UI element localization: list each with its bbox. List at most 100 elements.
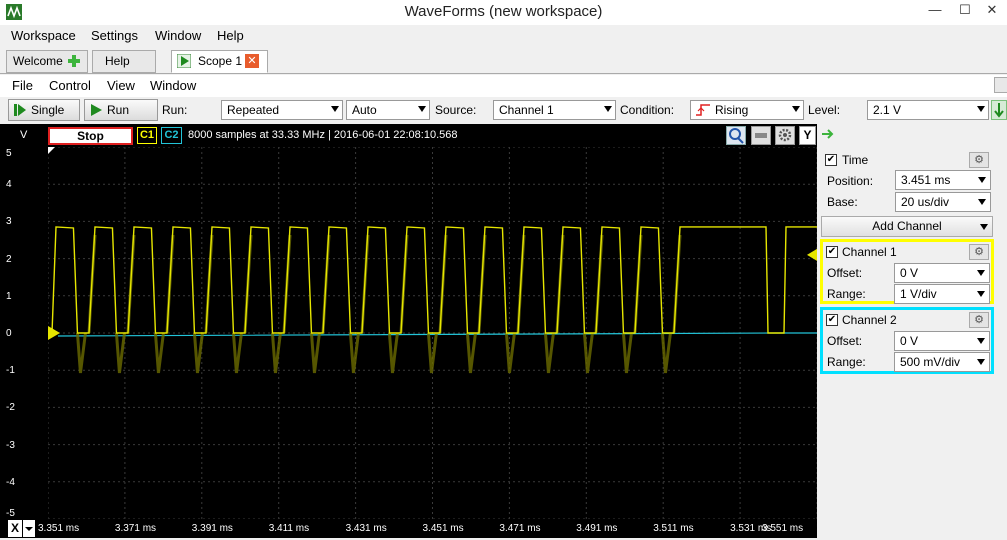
add-channel-dropdown-icon (980, 224, 988, 230)
scope-toolbar: Single Run Run: Repeated Auto Source: Ch… (0, 97, 1007, 124)
channel-2-checkbox[interactable]: ✔ (826, 314, 838, 326)
menu-control[interactable]: Control (49, 78, 91, 93)
channel-1-checkbox[interactable]: ✔ (826, 246, 838, 258)
y-tick-label: -5 (6, 508, 15, 519)
menu-workspace[interactable]: Workspace (11, 28, 76, 43)
menu-file[interactable]: File (12, 78, 33, 93)
position-value: 3.451 ms (901, 173, 951, 187)
source-value: Channel 1 (499, 103, 554, 117)
menu-help[interactable]: Help (217, 28, 244, 43)
menu-view[interactable]: View (107, 78, 135, 93)
channel-1-range-label: Range: (827, 287, 866, 301)
condition-select[interactable]: Rising (690, 100, 804, 120)
level-down-icon[interactable] (991, 100, 1007, 120)
single-button[interactable]: Single (8, 99, 80, 121)
y-tick-label: 2 (6, 253, 12, 265)
run-mode-select[interactable]: Repeated (221, 100, 343, 120)
tab-welcome-label: Welcome (13, 54, 63, 68)
channel-1-settings-icon[interactable]: ⚙ (969, 244, 989, 260)
tab-help[interactable]: Help (92, 50, 156, 73)
settings-panel: ✔ Time ⚙ Position: 3.451 ms Base: 20 us/… (817, 124, 1007, 538)
time-group: ✔ Time ⚙ Position: 3.451 ms Base: 20 us/… (821, 150, 993, 214)
settings-gear-icon[interactable] (775, 126, 795, 145)
y-tick-label: -4 (6, 476, 15, 488)
channel-1-label: Channel 1 (842, 245, 897, 259)
add-channel-button[interactable]: Add Channel (821, 216, 993, 237)
x-tick-label: 3.451 ms (422, 523, 464, 534)
c1-toggle[interactable]: C1 (137, 127, 157, 144)
view-options-icon[interactable] (751, 126, 771, 145)
plus-icon (67, 54, 81, 68)
x-tick-label: 3.371 ms (114, 523, 157, 534)
level-value: 2.1 V (873, 103, 902, 117)
tab-bar: Welcome Help Scope 1 ✕ (0, 47, 1007, 74)
channel-2-range-input[interactable]: 500 mV/div (894, 352, 990, 372)
play-icon (176, 53, 192, 69)
close-button[interactable]: ✕ (977, 0, 1007, 22)
zoom-icon[interactable] (726, 126, 746, 145)
channel-2-range-label: Range: (827, 355, 866, 369)
x-axis-bar: X 3.351 ms 3.371 ms 3.391 ms 3.411 ms 3.431 … (0, 519, 817, 538)
tab-welcome[interactable]: Welcome (6, 50, 88, 73)
window-title: WaveForms (new workspace) (404, 3, 603, 20)
x-tick-label: 3.411 ms (268, 523, 310, 534)
run-label: Run (107, 103, 130, 117)
add-channel-label: Add Channel (872, 219, 942, 233)
y-tick-label: 4 (6, 179, 12, 191)
channel-1-range-value: 1 V/div (900, 287, 937, 301)
channel-1-offset-label: Offset: (827, 266, 863, 280)
y-tick-label: 3 (6, 216, 12, 228)
tab-scope-1[interactable]: Scope 1 ✕ (171, 50, 268, 73)
run-mode-label: Run: (162, 103, 188, 117)
y-axis-button[interactable]: Y (799, 126, 816, 145)
channel-2-offset-input[interactable]: 0 V (894, 331, 990, 351)
tab-scope-label: Scope 1 (198, 54, 243, 68)
channel-2-offset-label: Offset: (827, 334, 863, 348)
menu-window[interactable]: Window (155, 28, 201, 43)
run-mode-value: Repeated (227, 103, 280, 117)
source-select[interactable]: Channel 1 (493, 100, 616, 120)
channel-1-offset-input[interactable]: 0 V (894, 263, 990, 283)
x-axis-dropdown-icon[interactable] (23, 520, 35, 537)
x-axis-button[interactable]: X (8, 520, 22, 537)
condition-label: Condition: (620, 103, 675, 117)
close-tab-icon[interactable]: ✕ (245, 54, 259, 68)
base-label: Base: (827, 195, 858, 209)
scope-plot[interactable]: 5 4 3 2 1 0 -1 -2 -3 -4 -5 (0, 147, 817, 519)
channel-1-range-input[interactable]: 1 V/div (894, 284, 990, 304)
position-label: Position: (827, 174, 874, 188)
menu-settings[interactable]: Settings (91, 28, 138, 43)
channel-2-group: ✔ Channel 2 ⚙ Offset: 0 V Range: 500 mV/… (820, 307, 994, 374)
single-label: Single (31, 103, 65, 117)
level-label: Level: (808, 103, 841, 117)
panel-collapse-icon[interactable] (821, 128, 835, 140)
y-tick-label: 0 (6, 328, 12, 339)
maximize-button[interactable]: ☐ (950, 0, 980, 22)
y-units-label: V (20, 129, 28, 141)
base-input[interactable]: 20 us/div (895, 192, 991, 212)
help-panel-icon[interactable] (994, 77, 1007, 93)
position-input[interactable]: 3.451 ms (895, 170, 991, 190)
trigger-mode-value: Auto (352, 103, 377, 117)
level-input[interactable]: 2.1 V (867, 100, 989, 120)
x-tick-label: 3.351 ms (38, 523, 80, 534)
run-button[interactable]: Run (84, 99, 158, 121)
stop-button[interactable]: Stop (48, 127, 133, 145)
c2-toggle[interactable]: C2 (161, 127, 182, 144)
time-checkbox[interactable]: ✔ (825, 154, 837, 166)
trigger-mode-select[interactable]: Auto (346, 100, 430, 120)
channel-1-offset-marker[interactable] (48, 326, 60, 340)
channel-2-offset-value: 0 V (900, 334, 919, 348)
y-tick-label: -2 (6, 402, 15, 414)
scope-menu-bar: File Control View Window (0, 75, 1007, 97)
y-tick-label: 1 (6, 290, 12, 302)
minimize-button[interactable]: — (920, 0, 950, 22)
channel-2-range-value: 500 mV/div (900, 355, 961, 369)
x-tick-label: 3.551 ms (762, 523, 804, 534)
time-settings-icon[interactable]: ⚙ (969, 152, 989, 168)
channel-2-settings-icon[interactable]: ⚙ (969, 312, 989, 328)
rising-edge-icon (695, 103, 711, 117)
menu-scope-window[interactable]: Window (150, 78, 196, 93)
single-step-icon (13, 103, 27, 117)
waveform-plot[interactable] (48, 147, 817, 519)
